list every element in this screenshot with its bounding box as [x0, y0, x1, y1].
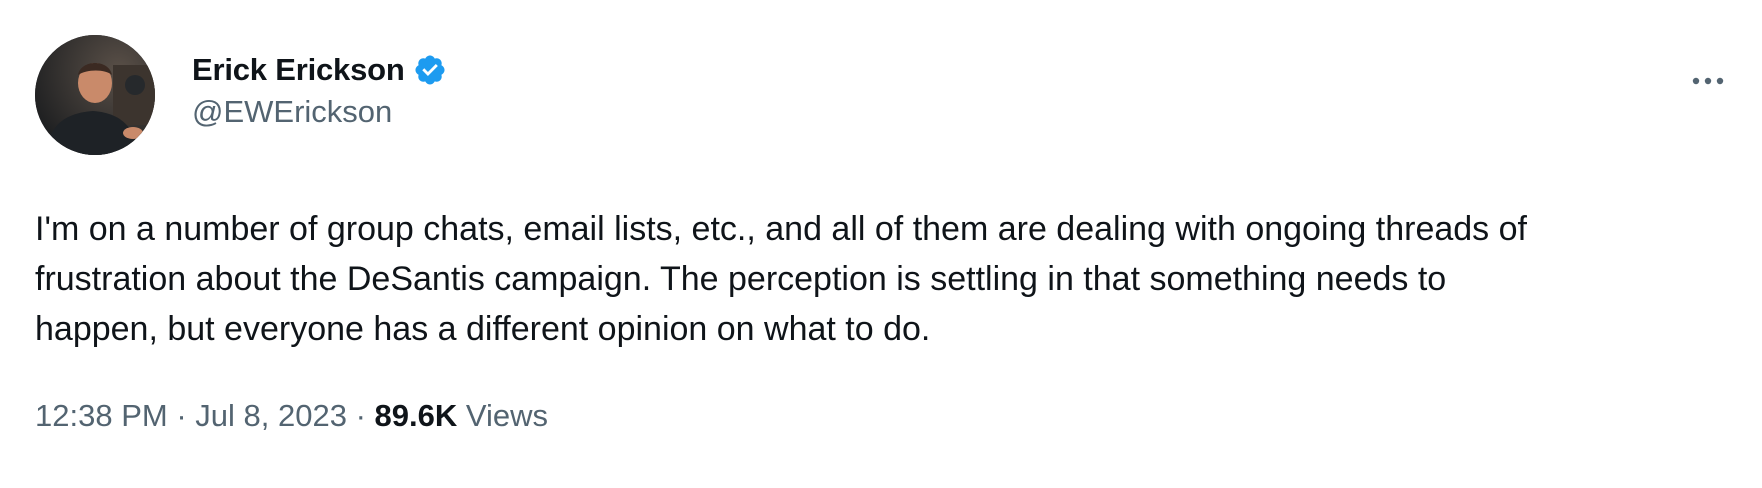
verified-badge-icon — [413, 53, 447, 87]
avatar[interactable] — [35, 35, 155, 155]
tweet-text: I'm on a number of group chats, email li… — [35, 204, 1725, 354]
avatar-image — [35, 35, 155, 155]
more-options-button[interactable] — [1688, 66, 1728, 96]
tweet-text-line: happen, but everyone has a different opi… — [35, 310, 931, 348]
tweet-text-line: I'm on a number of group chats, email li… — [35, 210, 1527, 248]
views-label: Views — [465, 398, 549, 433]
tweet-card: Erick Erickson @EWErickson I'm on a numb… — [0, 0, 1762, 488]
tweet-date[interactable]: Jul 8, 2023 — [195, 398, 347, 433]
author-display-name[interactable]: Erick Erickson — [192, 52, 405, 88]
more-options-icon — [1692, 77, 1724, 85]
tweet-meta: 12:38 PM · Jul 8, 2023 · 89.6K Views — [35, 398, 548, 434]
author-header: Erick Erickson @EWErickson — [192, 48, 447, 130]
name-row: Erick Erickson — [192, 48, 447, 92]
views-count: 89.6K — [374, 398, 458, 433]
meta-separator: · — [355, 398, 366, 433]
meta-separator: · — [176, 398, 187, 433]
tweet-text-line: frustration about the DeSantis campaign.… — [35, 260, 1447, 298]
tweet-time[interactable]: 12:38 PM — [35, 398, 168, 433]
author-handle[interactable]: @EWErickson — [192, 94, 447, 130]
